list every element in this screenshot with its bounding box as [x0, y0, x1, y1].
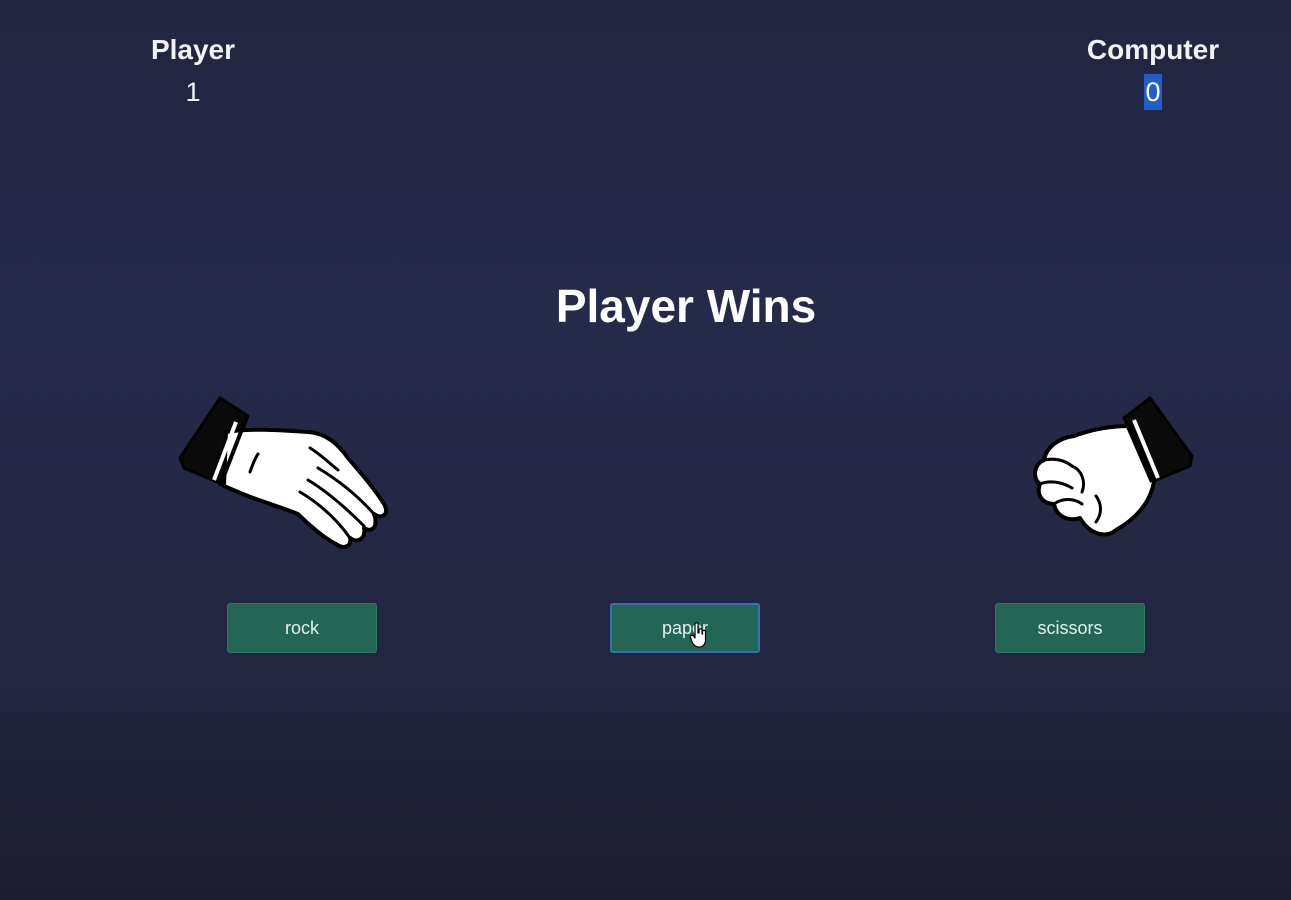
player-label: Player [150, 34, 236, 65]
player-score-panel: Player 1 [93, 32, 293, 110]
rock-button[interactable]: rock [227, 603, 377, 653]
paper-hand-icon [178, 396, 389, 549]
computer-score-panel: Computer 0 [1053, 32, 1253, 110]
result-text: Player Wins [555, 280, 817, 332]
pointer-cursor-icon [690, 622, 707, 648]
computer-score: 0 [1144, 74, 1162, 110]
rock-fist-icon [1033, 396, 1194, 537]
player-score: 1 [185, 77, 201, 107]
scissors-button[interactable]: scissors [995, 603, 1145, 653]
paper-button[interactable]: paper [610, 603, 760, 653]
computer-label: Computer [1086, 34, 1220, 65]
